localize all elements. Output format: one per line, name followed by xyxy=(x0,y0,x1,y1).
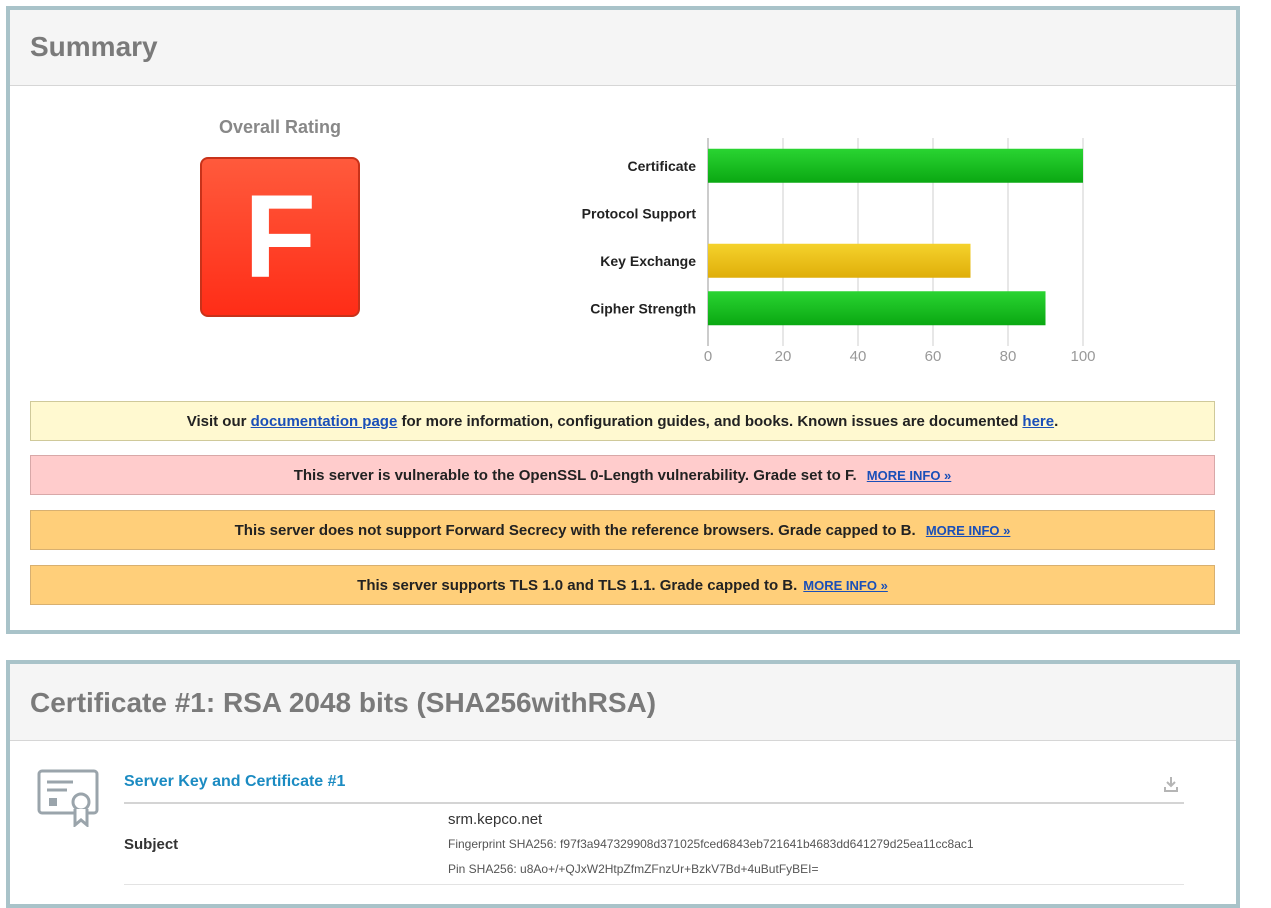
x-tick-label: 40 xyxy=(850,348,867,365)
openssl-more-info-link[interactable]: MORE INFO » xyxy=(867,468,952,483)
category-label: Protocol Support xyxy=(582,205,697,221)
overall-rating-label: Overall Rating xyxy=(218,117,342,137)
category-label: Certificate xyxy=(628,158,697,174)
documentation-notice: Visit our documentation page for more in… xyxy=(30,401,1215,441)
category-label: Key Exchange xyxy=(600,253,696,269)
fs-more-info-link[interactable]: MORE INFO » xyxy=(926,523,1011,538)
doc-notice-prefix: Visit our xyxy=(186,413,247,430)
certificate-panel: Certificate #1: RSA 2048 bits (SHA256wit… xyxy=(6,660,1240,908)
rating-bar-chart: Certificate Protocol Support Key Exchange C… xyxy=(582,138,1096,365)
doc-notice-suffix: . xyxy=(1054,413,1059,430)
summary-header: Summary xyxy=(10,10,1236,86)
x-tick-label: 60 xyxy=(925,348,942,365)
known-issues-link[interactable]: here xyxy=(1022,413,1054,430)
subject-label: Subject xyxy=(124,836,179,853)
server-key-section-header: Server Key and Certificate #1 xyxy=(124,772,1184,804)
row-divider xyxy=(124,884,1184,885)
category-label: Cipher Strength xyxy=(590,300,696,316)
bar xyxy=(708,243,971,278)
doc-notice-middle: for more information, configuration guid… xyxy=(401,413,1019,430)
summary-title: Summary xyxy=(30,31,158,62)
bar xyxy=(708,148,1083,183)
summary-panel: Summary Overall Rating F Certificate Prot… xyxy=(6,6,1240,634)
grade-badge: F xyxy=(200,157,360,317)
tls-more-info-link[interactable]: MORE INFO » xyxy=(803,578,888,593)
subject-value: srm.kepco.net xyxy=(448,811,543,828)
forward-secrecy-notice: This server does not support Forward Sec… xyxy=(30,510,1215,550)
x-tick-label: 100 xyxy=(1070,348,1095,365)
server-key-section-title: Server Key and Certificate #1 xyxy=(124,773,346,790)
certificate-title: Certificate #1: RSA 2048 bits (SHA256wit… xyxy=(30,687,657,718)
tls-version-notice: This server supports TLS 1.0 and TLS 1.1… xyxy=(30,565,1215,605)
tls-notice-text: This server supports TLS 1.0 and TLS 1.1… xyxy=(357,577,798,594)
x-tick-label: 20 xyxy=(775,348,792,365)
documentation-page-link[interactable]: documentation page xyxy=(251,413,398,430)
x-tick-label: 80 xyxy=(1000,348,1017,365)
certificate-header: Certificate #1: RSA 2048 bits (SHA256wit… xyxy=(10,664,1236,741)
pin-sha256: Pin SHA256: u8Ao+/+QJxW2HtpZfmZFnzUr+Bzk… xyxy=(448,862,819,876)
fingerprint-sha256: Fingerprint SHA256: f97f3a947329908d3710… xyxy=(448,837,974,851)
x-tick-label: 0 xyxy=(704,348,712,365)
fs-notice-text: This server does not support Forward Sec… xyxy=(234,522,916,539)
openssl-notice-text: This server is vulnerable to the OpenSSL… xyxy=(293,467,857,484)
certificate-icon xyxy=(37,769,99,827)
download-icon[interactable] xyxy=(1164,776,1178,792)
openssl-vulnerability-notice: This server is vulnerable to the OpenSSL… xyxy=(30,455,1215,495)
bar xyxy=(708,291,1046,326)
